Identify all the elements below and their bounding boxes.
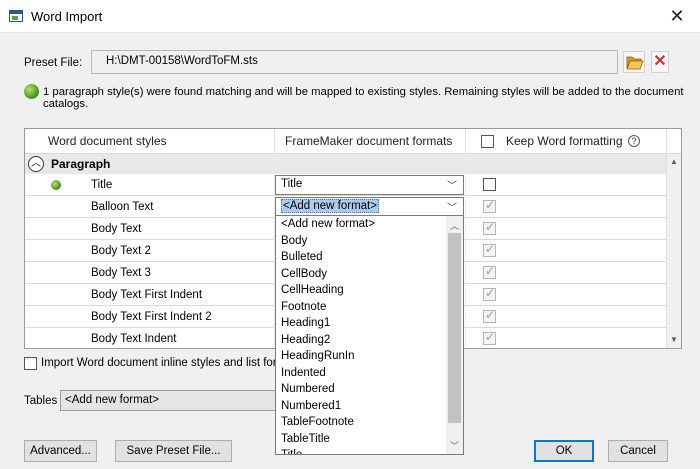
- dropdown-options: <Add new format> Body Bulleted CellBody …: [276, 216, 446, 454]
- cell-divider: [465, 218, 466, 240]
- list-item[interactable]: Bulleted: [276, 249, 446, 266]
- column-divider: [465, 129, 466, 154]
- cell-divider: [465, 196, 466, 218]
- style-name: Body Text Indent: [91, 333, 177, 345]
- list-item[interactable]: CellHeading: [276, 282, 446, 299]
- section-paragraph: ︿ Paragraph: [25, 154, 667, 174]
- column-fm-formats: FrameMaker document formats: [285, 134, 453, 148]
- preset-file-label: Preset File:: [24, 57, 83, 69]
- list-item[interactable]: Heading2: [276, 332, 446, 349]
- import-inline-styles-label: Import Word document inline styles and l…: [41, 357, 302, 369]
- scroll-up-icon[interactable]: ▲: [670, 157, 678, 166]
- import-inline-styles-checkbox[interactable]: [24, 357, 37, 370]
- app-icon: [9, 10, 23, 22]
- match-indicator-icon: [51, 180, 61, 190]
- window-title: Word Import: [31, 9, 103, 24]
- style-name: Balloon Text: [91, 201, 154, 213]
- list-item[interactable]: <Add new format>: [276, 216, 446, 233]
- browse-button[interactable]: [623, 51, 645, 73]
- cancel-button[interactable]: Cancel: [608, 440, 668, 462]
- cell-divider: [465, 262, 466, 284]
- close-button[interactable]: ✕: [662, 4, 692, 28]
- column-divider: [274, 129, 275, 154]
- dropdown-scrollbar[interactable]: ︿ ﹀: [446, 216, 463, 454]
- format-value: <Add new format>: [281, 199, 379, 213]
- list-item[interactable]: CellBody: [276, 266, 446, 283]
- ok-button[interactable]: OK: [534, 440, 594, 462]
- collapse-icon[interactable]: ︿: [28, 156, 44, 172]
- keep-formatting-checkbox[interactable]: [483, 220, 496, 235]
- style-name: Body Text First Indent: [91, 289, 203, 301]
- keep-formatting-checkbox[interactable]: [483, 242, 496, 257]
- cell-divider: [465, 284, 466, 306]
- list-item[interactable]: HeadingRunIn: [276, 348, 446, 365]
- style-name: Body Text 3: [91, 267, 151, 279]
- cell-divider: [465, 328, 466, 348]
- format-select[interactable]: Title ﹀: [275, 175, 464, 195]
- list-item[interactable]: Footnote: [276, 299, 446, 316]
- list-item[interactable]: Heading1: [276, 315, 446, 332]
- keep-formatting-checkbox[interactable]: [483, 308, 496, 323]
- tables-label: Tables: [24, 395, 58, 407]
- delete-icon: ✕: [653, 53, 667, 70]
- format-dropdown-list[interactable]: <Add new format> Body Bulleted CellBody …: [275, 215, 464, 455]
- list-item[interactable]: Title: [276, 447, 446, 454]
- scroll-thumb[interactable]: [448, 233, 461, 423]
- tables-format-select[interactable]: <Add new format>: [60, 390, 280, 411]
- style-name: Body Text First Indent 2: [91, 311, 212, 323]
- list-item[interactable]: Body: [276, 233, 446, 250]
- folder-open-icon: [626, 56, 644, 70]
- chevron-down-icon: ﹀: [447, 181, 457, 192]
- table-row[interactable]: Title Title ﹀: [25, 174, 667, 196]
- list-item[interactable]: Numbered1: [276, 398, 446, 415]
- info-dot-icon: [24, 84, 39, 99]
- keep-formatting-checkbox[interactable]: [483, 178, 496, 191]
- format-value: Title: [281, 178, 303, 190]
- style-name: Body Text: [91, 223, 142, 235]
- preset-file-field[interactable]: H:\DMT-00158\WordToFM.sts: [91, 50, 618, 74]
- cell-divider: [465, 306, 466, 328]
- column-keep-word: Keep Word formatting: [506, 134, 623, 148]
- grid-scrollbar[interactable]: ▲ ▼: [666, 154, 681, 348]
- keep-formatting-checkbox[interactable]: [483, 330, 496, 345]
- keep-all-checkbox[interactable]: [481, 135, 494, 148]
- list-item[interactable]: TableTitle: [276, 431, 446, 448]
- scroll-up-icon[interactable]: ︿: [450, 219, 459, 232]
- list-item[interactable]: Numbered: [276, 381, 446, 398]
- grid-header: Word document styles FrameMaker document…: [25, 129, 681, 154]
- style-name: Title: [91, 179, 113, 191]
- advanced-button[interactable]: Advanced...: [24, 440, 97, 462]
- cell-divider: [465, 240, 466, 262]
- chevron-down-icon: ﹀: [447, 203, 457, 214]
- section-label: Paragraph: [51, 157, 111, 171]
- title-bar: Word Import ✕: [0, 0, 700, 33]
- column-divider: [666, 129, 667, 154]
- format-select[interactable]: <Add new format> ﹀: [275, 197, 464, 217]
- scroll-down-icon[interactable]: ﹀: [450, 439, 459, 452]
- scroll-down-icon[interactable]: ▼: [670, 335, 678, 344]
- info-message: 1 paragraph style(s) were found matching…: [43, 86, 684, 110]
- list-item[interactable]: TableFootnote: [276, 414, 446, 431]
- keep-formatting-checkbox[interactable]: [483, 286, 496, 301]
- delete-preset-button[interactable]: ✕: [651, 51, 669, 73]
- list-item[interactable]: Indented: [276, 365, 446, 382]
- cell-divider: [465, 174, 466, 196]
- style-name: Body Text 2: [91, 245, 151, 257]
- keep-formatting-checkbox[interactable]: [483, 264, 496, 279]
- help-icon[interactable]: ?: [628, 135, 640, 147]
- column-word-styles: Word document styles: [48, 134, 167, 148]
- keep-formatting-checkbox[interactable]: [483, 198, 496, 213]
- save-preset-button[interactable]: Save Preset File...: [115, 440, 232, 462]
